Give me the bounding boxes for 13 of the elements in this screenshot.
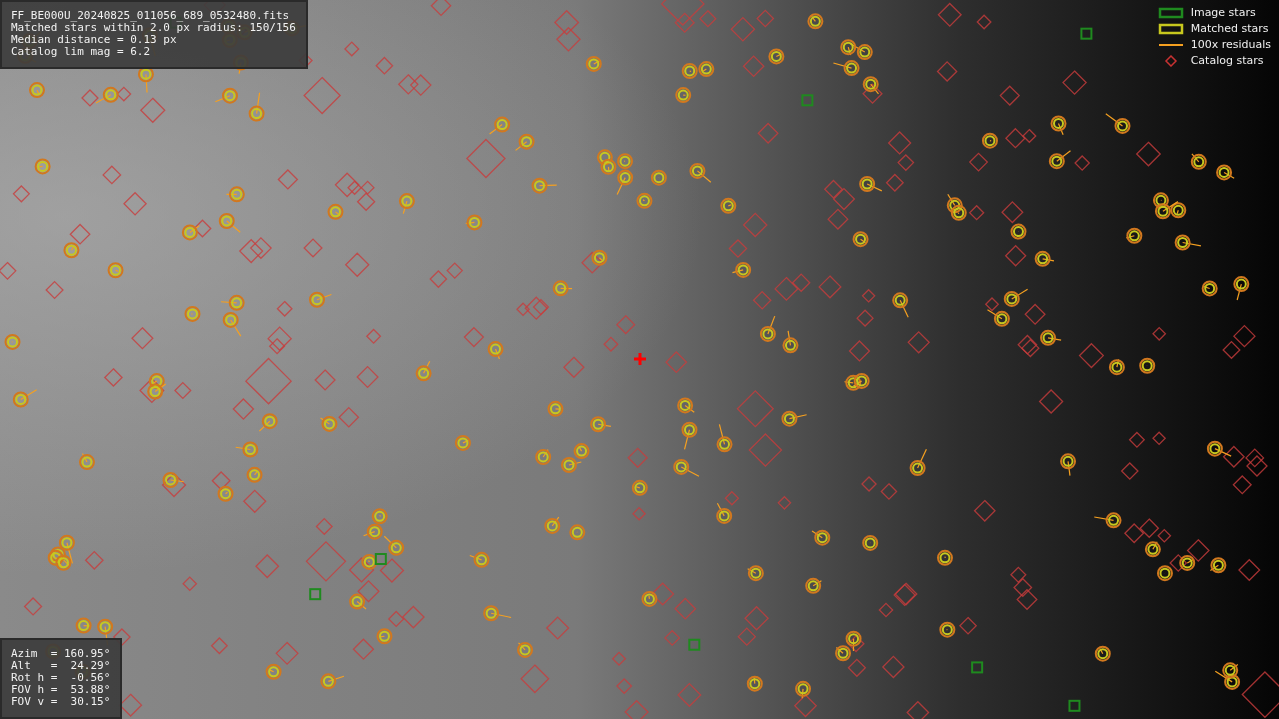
- info-text: Alt = 24.29°: [11, 660, 111, 672]
- info-text: Median distance = 0.13 px: [11, 34, 178, 46]
- legend-label: Matched stars: [1190, 21, 1269, 36]
- legend-label: Image stars: [1190, 5, 1256, 20]
- info-text: FOV v = 30.15°: [11, 696, 111, 708]
- info-text: Catalog lim mag = 6.2: [11, 46, 152, 58]
- info-text: Rot h = -0.56°: [11, 672, 111, 684]
- info-text: FOV h = 53.88°: [11, 684, 111, 696]
- info-text: Matched stars within 2.0 px radius: 150/156: [11, 22, 296, 34]
- info-text: FF_BE000U_20240825_011056_689_0532480.fits: [11, 10, 291, 22]
- legend-label: 100x residuals: [1190, 37, 1271, 52]
- info-text: Azim = 160.95°: [11, 648, 111, 660]
- legend-label: Catalog stars: [1190, 53, 1264, 68]
